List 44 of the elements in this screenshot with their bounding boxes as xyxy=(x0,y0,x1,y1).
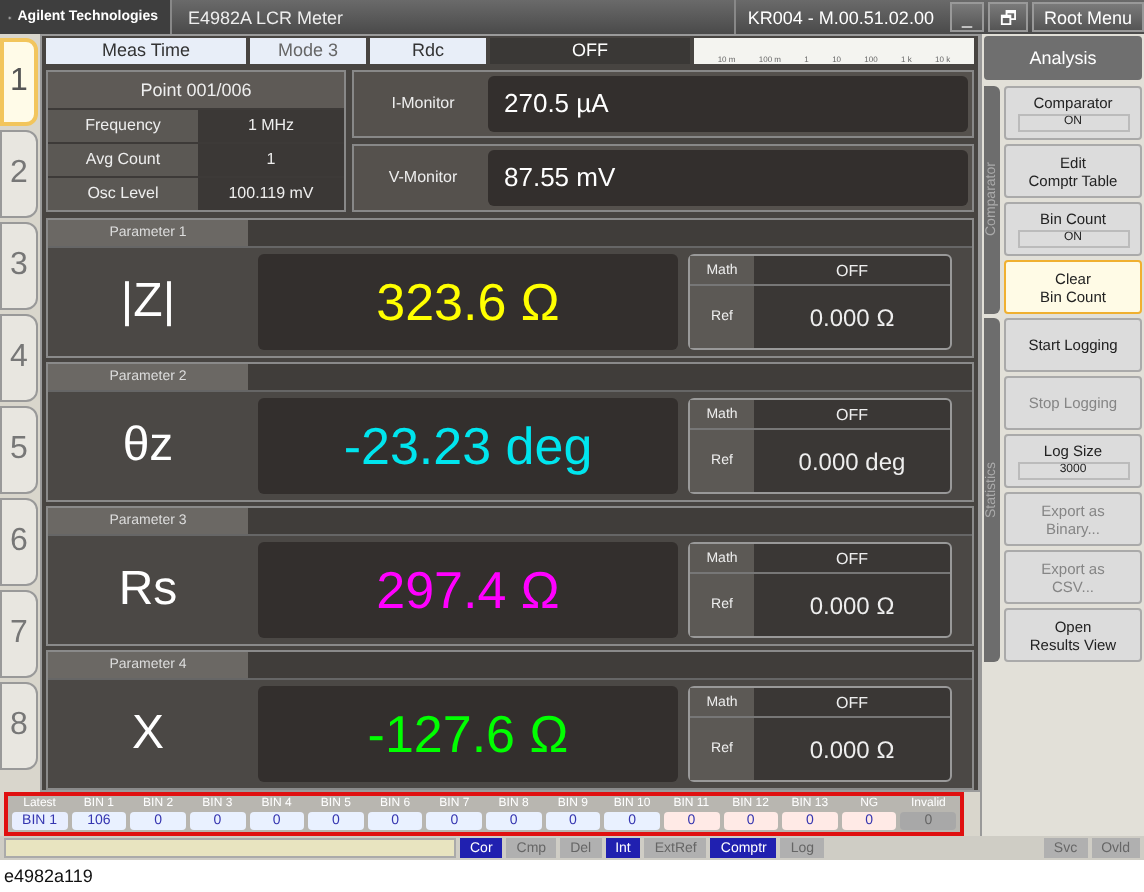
parameter-name: Rs xyxy=(116,560,180,620)
channel-tab[interactable]: 6 xyxy=(0,498,38,586)
analysis-header: Analysis xyxy=(984,36,1142,80)
parameter-value: 297.4 Ω xyxy=(258,542,678,638)
setting-label: Avg Count xyxy=(83,148,163,173)
setting-value: 1 xyxy=(198,143,344,176)
math-value: OFF xyxy=(834,547,870,571)
monitor-value: 87.55 mV xyxy=(488,149,968,206)
parameter-value: 323.6 Ω xyxy=(258,254,678,350)
monitor-value: 270.5 µA xyxy=(488,75,968,132)
setting-value: 1 MHz xyxy=(198,109,344,142)
ref-value: 0.000 Ω xyxy=(807,301,897,335)
math-value: OFF xyxy=(834,403,870,427)
parameter-name: θz xyxy=(120,416,176,476)
channel-tab[interactable]: 2 xyxy=(0,130,38,218)
channel-tab[interactable]: 1 xyxy=(0,38,38,126)
root-menu-button[interactable]: Root Menu xyxy=(1031,2,1144,32)
parameter-name: |Z| xyxy=(118,272,178,332)
ref-value: 0.000 deg xyxy=(796,445,908,479)
meas-time-value: Mode 3 xyxy=(250,38,366,64)
minimize-button[interactable]: _ xyxy=(949,2,984,32)
rdc-label: Rdc xyxy=(370,38,486,64)
parameter-value: -23.23 deg xyxy=(258,398,678,494)
restore-button[interactable]: 🗗 xyxy=(987,2,1028,32)
setting-label: Frequency xyxy=(83,114,163,139)
figure-caption: e4982a119 xyxy=(2,864,95,890)
setting-label: Osc Level xyxy=(85,182,161,207)
setting-value: 100.119 mV xyxy=(198,177,344,210)
math-value: OFF xyxy=(834,259,870,283)
math-value: OFF xyxy=(834,691,870,715)
monitor-label: I-Monitor xyxy=(389,94,457,113)
channel-tab[interactable]: 3 xyxy=(0,222,38,310)
meas-time-label: Meas Time xyxy=(46,38,246,64)
rdc-value: OFF xyxy=(490,38,690,64)
channel-tab[interactable]: 8 xyxy=(0,682,38,770)
channel-tab[interactable]: 4 xyxy=(0,314,38,402)
channel-tab[interactable]: 5 xyxy=(0,406,38,494)
parameter-name: X xyxy=(129,704,166,764)
parameter-value: -127.6 Ω xyxy=(258,686,678,782)
monitor-label: V-Monitor xyxy=(386,168,460,187)
ref-value: 0.000 Ω xyxy=(807,733,897,767)
channel-tab[interactable]: 7 xyxy=(0,590,38,678)
ref-value: 0.000 Ω xyxy=(807,589,897,623)
window-title: E4982A LCR Meter xyxy=(186,5,346,31)
